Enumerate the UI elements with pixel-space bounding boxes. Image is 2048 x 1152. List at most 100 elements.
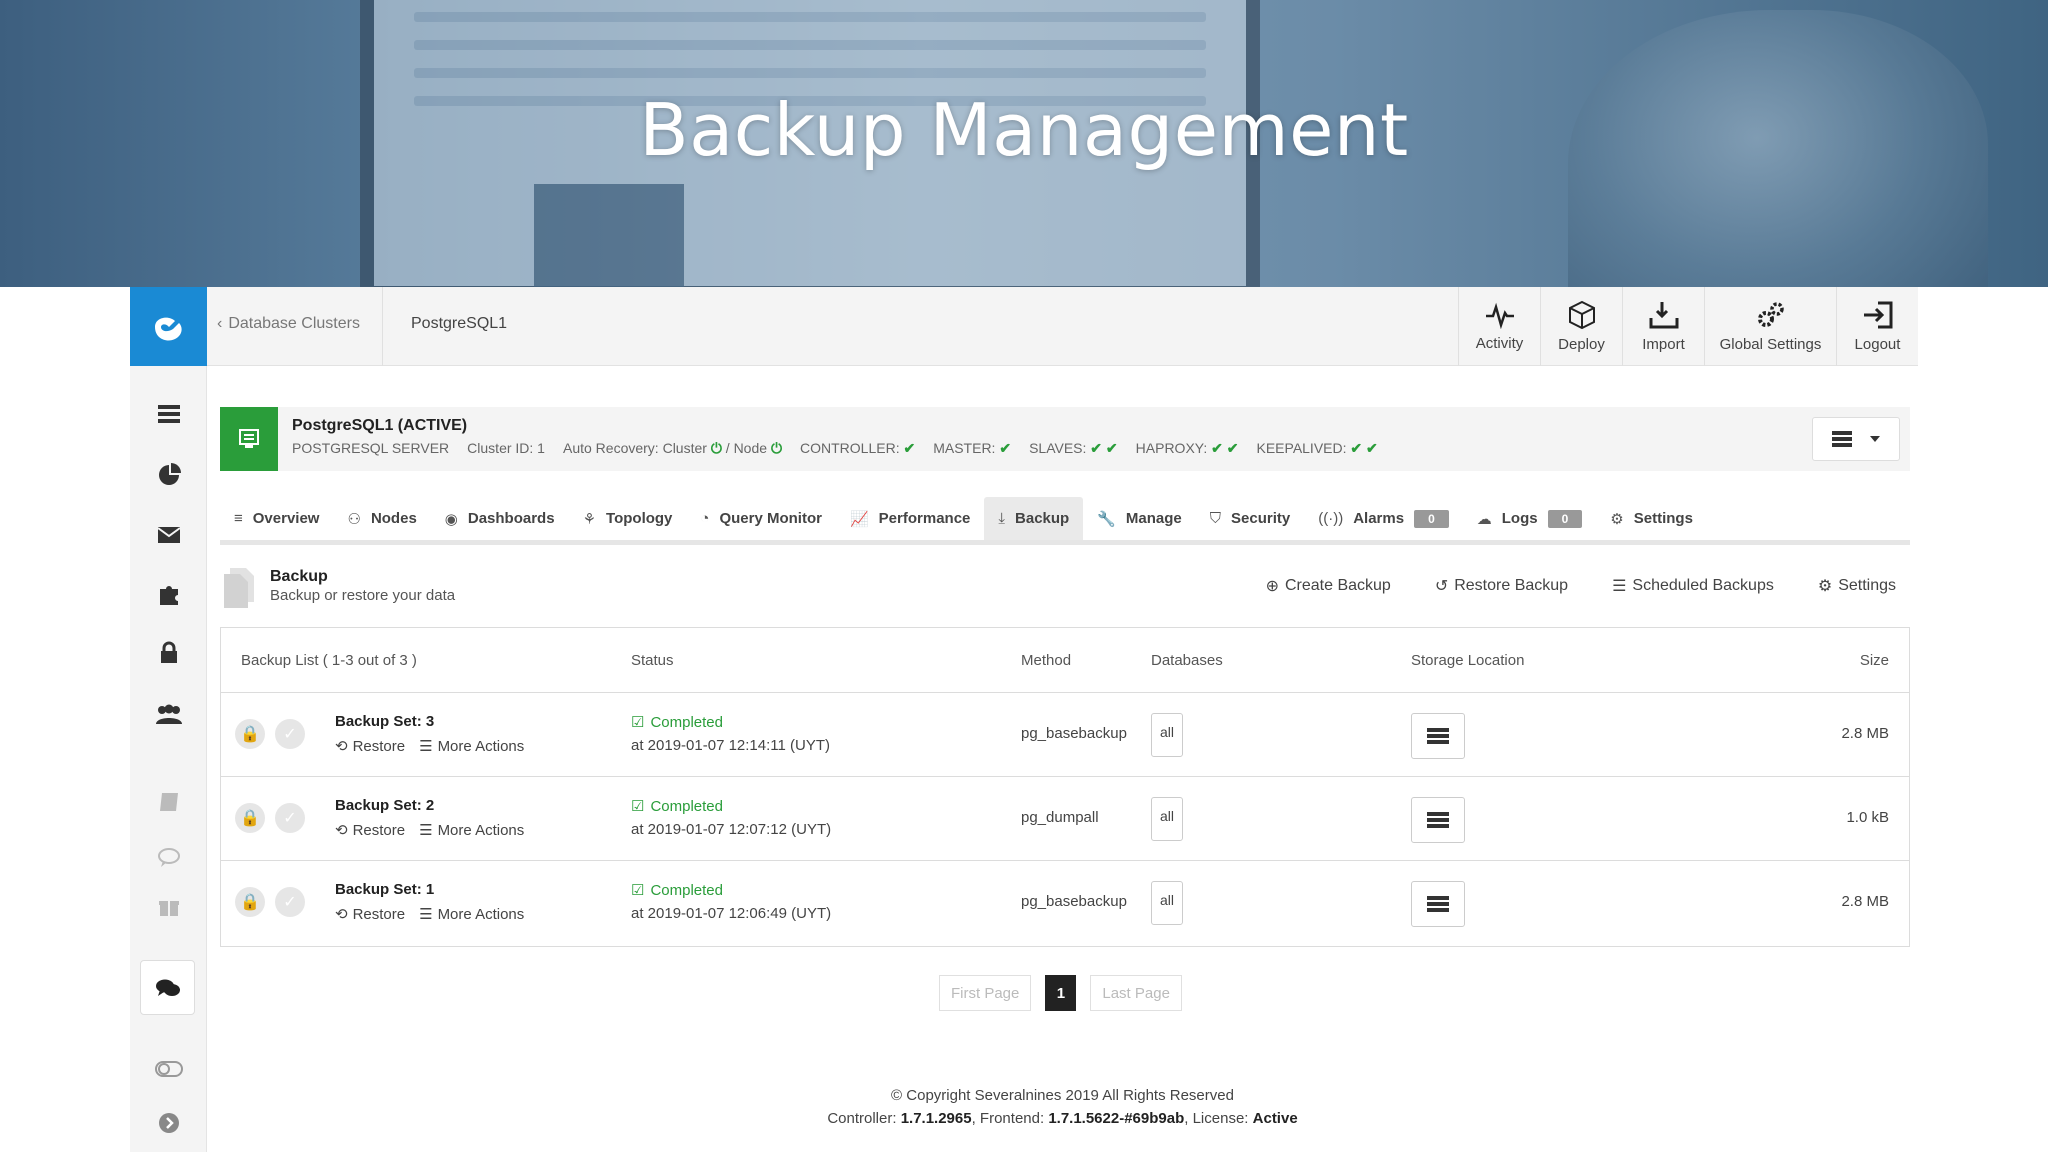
slaves-status: SLAVES: ✔ ✔ [1029, 440, 1118, 457]
tab-alarms[interactable]: ((·)) Alarms 0 [1304, 497, 1463, 540]
severalnines-logo[interactable] [130, 287, 207, 366]
backup-set-name: Backup Set: 3 [335, 713, 435, 730]
current-page-button[interactable]: 1 [1045, 975, 1077, 1011]
tab-logs[interactable]: ☁ Logs 0 [1463, 497, 1597, 540]
lock-icon[interactable]: 🔒 [235, 803, 265, 833]
breadcrumb-database-clusters[interactable]: Database Clusters [228, 315, 360, 333]
list-icon: ☰ [419, 822, 433, 839]
tab-nodes[interactable]: ⚇ Nodes [333, 497, 430, 540]
scheduled-backups-button[interactable]: ☰ Scheduled Backups [1612, 576, 1774, 596]
lock-icon[interactable] [130, 633, 207, 673]
pie-chart-icon[interactable] [130, 455, 207, 495]
cluster-actions-dropdown[interactable] [1812, 417, 1900, 461]
more-actions-button[interactable]: ☰ More Actions [419, 737, 524, 756]
mail-icon[interactable] [130, 515, 207, 555]
backup-table: Backup List ( 1-3 out of 3 ) Status Meth… [220, 627, 1910, 947]
slaves-label: SLAVES: [1029, 440, 1087, 456]
tab-label: Manage [1125, 510, 1182, 527]
topnav-global-settings[interactable]: Global Settings [1704, 287, 1836, 366]
gear-icon: ⚙ [1817, 578, 1833, 595]
tab-label: Backup [1015, 510, 1070, 527]
tab-query-monitor-icon: ◔ [700, 510, 710, 527]
power-icon[interactable]: ⏻ [711, 440, 722, 456]
keepalived-label: KEEPALIVED: [1256, 440, 1347, 456]
restore-icon: ⟲ [335, 906, 348, 923]
breadcrumb-back[interactable]: ‹ Database Clusters [217, 315, 360, 333]
more-actions-button[interactable]: ☰ More Actions [419, 905, 524, 924]
create-backup-button[interactable]: ⊕ Create Backup [1266, 576, 1391, 596]
lock-icon[interactable]: 🔒 [235, 887, 265, 917]
chat-button[interactable] [140, 960, 195, 1015]
topnav-global-settings-label: Global Settings [1719, 336, 1822, 353]
lock-icon[interactable]: 🔒 [235, 719, 265, 749]
topnav-import[interactable]: Import [1622, 287, 1704, 366]
tab-backup[interactable]: ⤓ Backup [984, 497, 1084, 540]
license-label: , License: [1184, 1110, 1249, 1127]
logout-icon [1863, 301, 1892, 329]
tab-settings[interactable]: ⚙ Settings [1596, 497, 1707, 540]
restore-label: Restore [352, 905, 406, 923]
tab-manage[interactable]: 🔧 Manage [1083, 497, 1196, 540]
tab-nodes-icon: ⚇ [347, 510, 361, 528]
expand-sidebar-icon[interactable] [130, 1103, 207, 1143]
restore-label: Restore [352, 737, 406, 755]
global-settings-icon [1757, 302, 1784, 327]
frontend-version: 1.7.1.5622-#69b9ab [1048, 1110, 1185, 1127]
storage-location-button[interactable] [1411, 881, 1465, 927]
status-text: Completed [650, 713, 723, 731]
app-window: ‹ Database Clusters PostgreSQL1 Activity… [130, 287, 1918, 1152]
list-icon: ☰ [1612, 578, 1627, 595]
tab-label: Overview [252, 510, 320, 527]
tab-security[interactable]: ⛉ Security [1196, 497, 1304, 540]
users-icon[interactable] [130, 695, 207, 735]
databases-tag[interactable]: all [1151, 797, 1183, 841]
restore-button[interactable]: ⟲ Restore [335, 905, 406, 924]
tab-dashboards-icon: ◉ [444, 510, 458, 528]
topnav-deploy[interactable]: Deploy [1540, 287, 1622, 366]
backup-section-header: Backup Backup or restore your data ⊕ Crea… [220, 562, 1910, 612]
power-icon[interactable]: ⏻ [771, 440, 782, 456]
clusters-icon[interactable] [130, 394, 207, 434]
verify-check-icon[interactable]: ✓ [275, 887, 305, 917]
verify-check-icon[interactable]: ✓ [275, 719, 305, 749]
row-actions: ⟲ Restore ☰ More Actions [335, 821, 524, 840]
topnav-logout[interactable]: Logout [1836, 287, 1918, 366]
databases-tag[interactable]: all [1151, 881, 1183, 925]
tab-dashboards[interactable]: ◉ Dashboards [431, 497, 569, 540]
tab-query-monitor[interactable]: ◔ Query Monitor [686, 497, 836, 540]
activity-icon [1485, 302, 1514, 329]
last-page-button[interactable]: Last Page [1090, 975, 1182, 1011]
book-icon[interactable] [130, 782, 207, 822]
tab-topology[interactable]: ⚘ Topology [569, 497, 687, 540]
databases-tag[interactable]: all [1151, 713, 1183, 757]
puzzle-icon[interactable] [130, 574, 207, 614]
restore-backup-button[interactable]: ↺ Restore Backup [1435, 576, 1568, 596]
storage-location-button[interactable] [1411, 713, 1465, 759]
list-icon: ☰ [419, 738, 433, 755]
comment-icon[interactable] [130, 837, 207, 877]
backup-size: 2.8 MB [1841, 893, 1889, 910]
toggle-icon[interactable] [130, 1049, 207, 1089]
backup-settings-button[interactable]: ⚙ Settings [1818, 576, 1896, 596]
tab-performance[interactable]: 📈 Performance [836, 497, 984, 540]
check-icon: ✔ [903, 440, 916, 456]
verify-check-icon[interactable]: ✓ [275, 803, 305, 833]
more-actions-button[interactable]: ☰ More Actions [419, 821, 524, 840]
header-method: Method [1021, 652, 1072, 669]
checkbox-checked-icon: ☑ [631, 714, 645, 731]
controller-version-label: Controller: [827, 1110, 897, 1127]
first-page-button[interactable]: First Page [939, 975, 1032, 1011]
storage-location-button[interactable] [1411, 797, 1465, 843]
topnav-activity[interactable]: Activity [1458, 287, 1540, 366]
footer-versions: Controller: 1.7.1.2965, Frontend: 1.7.1.… [207, 1110, 1918, 1127]
chat-icon [155, 979, 180, 996]
tab-settings-icon: ⚙ [1610, 510, 1624, 528]
row-actions: ⟲ Restore ☰ More Actions [335, 737, 524, 756]
controller-label: CONTROLLER: [800, 440, 900, 456]
restore-button[interactable]: ⟲ Restore [335, 821, 405, 840]
auto-recovery-node-label: / Node [725, 440, 768, 456]
gift-icon[interactable] [130, 887, 207, 927]
restore-button[interactable]: ⟲ Restore [335, 737, 406, 756]
status-text: Completed [650, 881, 723, 899]
tab-overview[interactable]: ≡ Overview [220, 497, 333, 540]
